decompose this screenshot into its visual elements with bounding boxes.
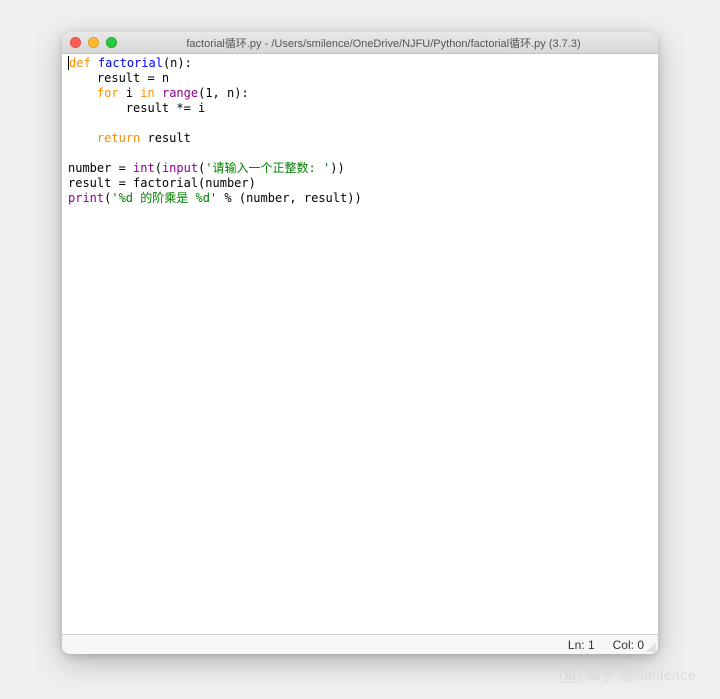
statusbar: Ln: 1 Col: 0 xyxy=(62,634,658,654)
token-plain: (n): xyxy=(163,56,192,70)
code-line: def factorial(n): xyxy=(68,56,652,71)
token-plain: result = n xyxy=(68,71,169,85)
status-col: Col: 0 xyxy=(613,638,644,652)
token-str: '请输入一个正整数: ' xyxy=(205,161,330,175)
col-value: 0 xyxy=(637,638,644,652)
token-builtin: print xyxy=(68,191,104,205)
token-plain: )) xyxy=(330,161,344,175)
code-line xyxy=(68,116,652,131)
watermark: 知 知乎 @Smilence xyxy=(560,665,696,685)
resize-grip-icon[interactable] xyxy=(644,640,656,652)
token-plain xyxy=(68,86,97,100)
token-plain: number = xyxy=(68,161,133,175)
status-line: Ln: 1 xyxy=(568,638,595,652)
code-line: print('%d 的阶乘是 %d' % (number, result)) xyxy=(68,191,652,206)
token-str: '%d 的阶乘是 %d' xyxy=(111,191,217,205)
zhihu-logo-icon: 知 xyxy=(560,667,581,683)
ln-label: Ln: xyxy=(568,638,585,652)
token-plain xyxy=(91,56,98,70)
window-title: factorial循环.py - /Users/smilence/OneDriv… xyxy=(77,35,650,51)
token-plain: (1, n): xyxy=(198,86,249,100)
token-builtin: int xyxy=(133,161,155,175)
code-line xyxy=(68,146,652,161)
code-line: result = factorial(number) xyxy=(68,176,652,191)
token-kw: for xyxy=(97,86,119,100)
token-plain xyxy=(68,131,97,145)
token-plain xyxy=(155,86,162,100)
token-plain: result xyxy=(140,131,191,145)
token-builtin: input xyxy=(162,161,198,175)
code-line: number = int(input('请输入一个正整数: ')) xyxy=(68,161,652,176)
code-line: result = n xyxy=(68,71,652,86)
token-plain: result *= i xyxy=(68,101,205,115)
ln-value: 1 xyxy=(588,638,595,652)
token-plain: i xyxy=(119,86,141,100)
token-plain: result = factorial(number) xyxy=(68,176,256,190)
token-kw: def xyxy=(69,56,91,70)
token-kw: return xyxy=(97,131,140,145)
code-line: result *= i xyxy=(68,101,652,116)
editor-window: factorial循环.py - /Users/smilence/OneDriv… xyxy=(62,32,658,654)
titlebar[interactable]: factorial循环.py - /Users/smilence/OneDriv… xyxy=(62,32,658,54)
code-line: return result xyxy=(68,131,652,146)
token-builtin: range xyxy=(162,86,198,100)
token-def: factorial xyxy=(98,56,163,70)
token-kw: in xyxy=(140,86,154,100)
token-plain: ( xyxy=(155,161,162,175)
token-plain: % (number, result)) xyxy=(217,191,362,205)
code-line: for i in range(1, n): xyxy=(68,86,652,101)
code-editor[interactable]: def factorial(n): result = n for i in ra… xyxy=(62,54,658,634)
watermark-text: 知乎 @Smilence xyxy=(586,665,696,685)
col-label: Col: xyxy=(613,638,634,652)
